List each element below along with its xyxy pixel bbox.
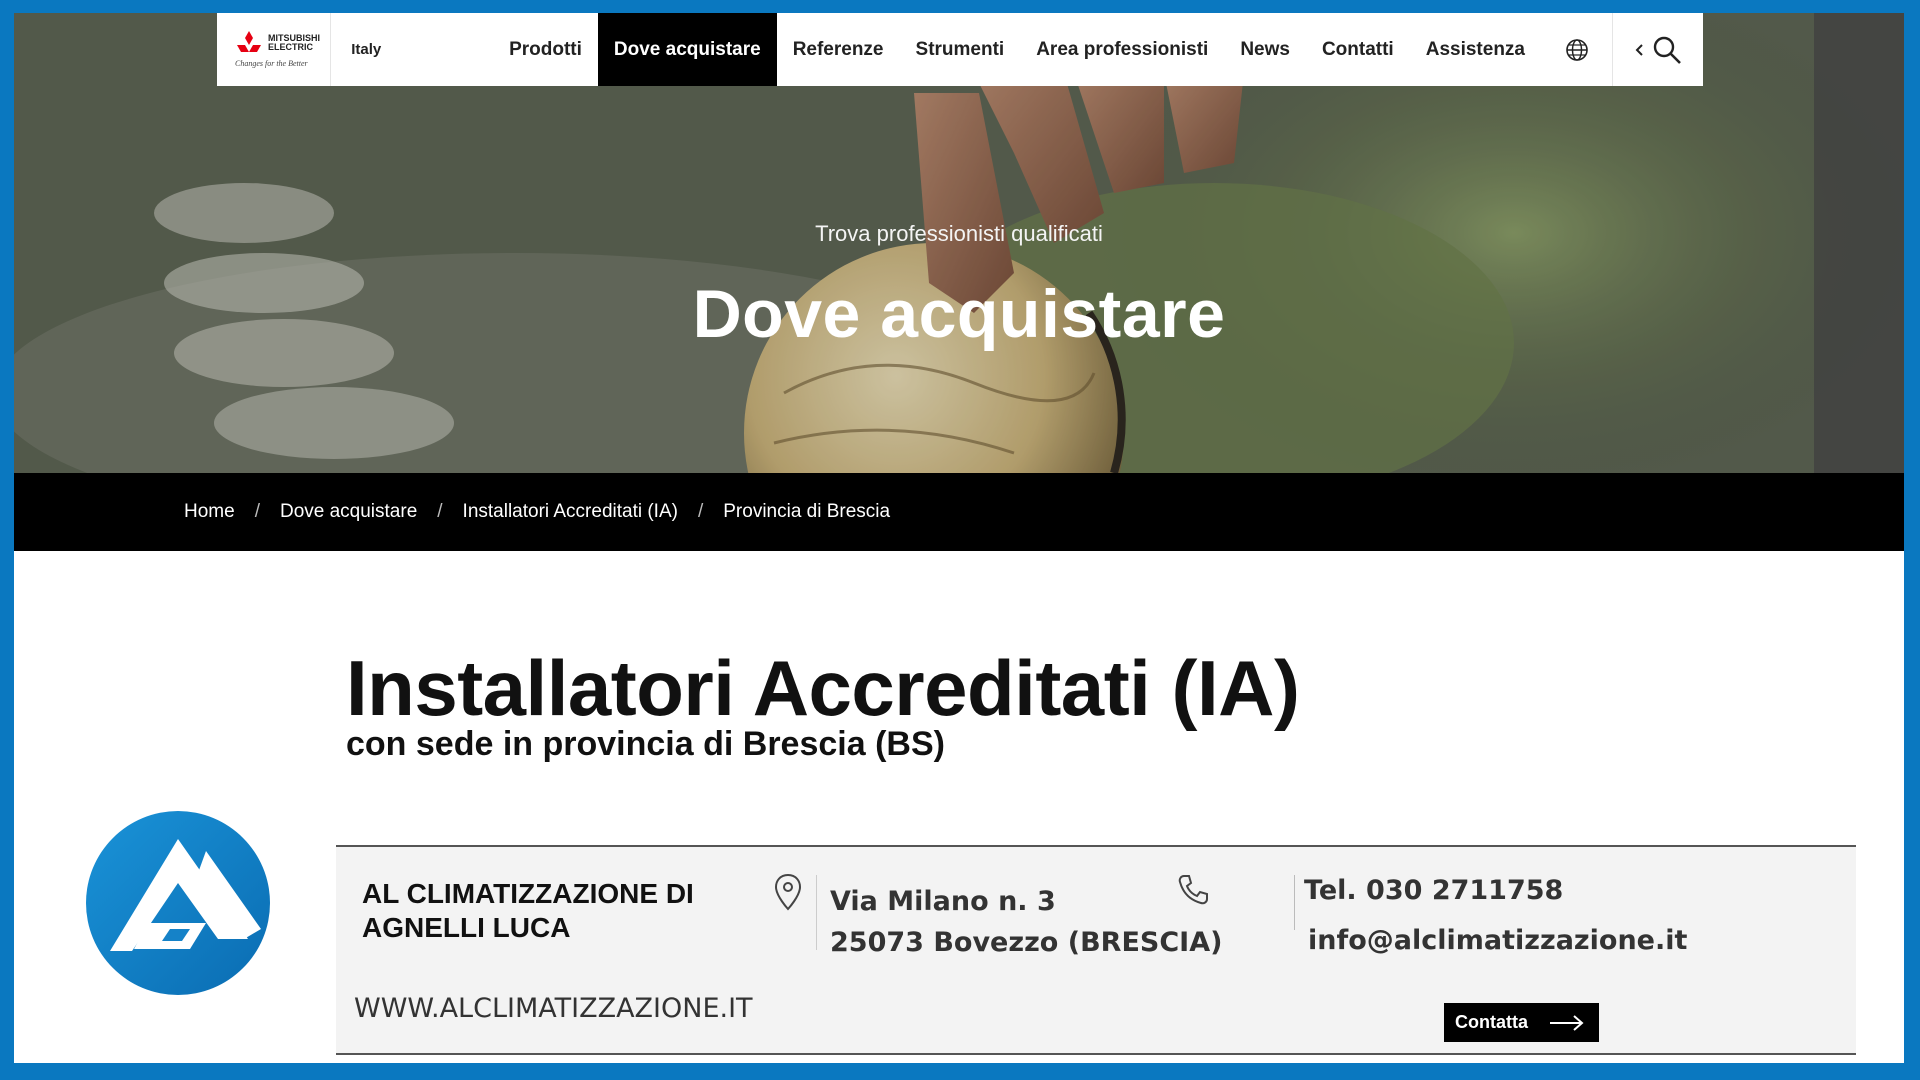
nav-item-referenze[interactable]: Referenze xyxy=(777,13,900,86)
nav-item-strumenti[interactable]: Strumenti xyxy=(900,13,1021,86)
hero-title: Dove acquistare xyxy=(692,276,1226,352)
nav-item-contatti[interactable]: Contatti xyxy=(1306,13,1410,86)
chevron-left-icon[interactable] xyxy=(1634,43,1644,57)
search-toggle[interactable] xyxy=(1613,13,1703,86)
brand-tagline: Changes for the Better xyxy=(235,59,308,68)
divider xyxy=(816,875,817,950)
contact-button[interactable]: Contatta xyxy=(1444,1003,1599,1042)
hero-subtitle: Trova professionisti qualificati xyxy=(815,221,1103,246)
contact-button-label: Contatta xyxy=(1455,1012,1528,1032)
globe-icon xyxy=(1565,38,1588,61)
language-button[interactable] xyxy=(1541,13,1613,86)
nav-item-prodotti[interactable]: Prodotti xyxy=(493,13,598,86)
top-navbar: MITSUBISHI ELECTRIC Changes for the Bett… xyxy=(217,13,1703,86)
breadcrumb-separator: / xyxy=(254,501,260,522)
company-logo xyxy=(86,811,270,995)
page-frame: Trova professionisti qualificati Dove ac… xyxy=(14,13,1904,1063)
installer-card: AL CLIMATIZZAZIONE DI AGNELLI LUCA Via M… xyxy=(336,845,1856,1055)
nav-item-dove-acquistare[interactable]: Dove acquistare xyxy=(597,13,777,86)
region-selector[interactable]: Italy xyxy=(331,13,423,86)
website-link[interactable]: WWW.ALCLIMATIZZAZIONE.IT xyxy=(354,993,753,1024)
phone-icon xyxy=(1178,875,1208,905)
page-subtitle: con sede in provincia di Brescia (BS) xyxy=(346,725,945,763)
breadcrumb-provincia: Provincia di Brescia xyxy=(723,501,891,522)
breadcrumb-installatori[interactable]: Installatori Accreditati (IA) xyxy=(463,501,678,523)
brand-name-line2: ELECTRIC xyxy=(268,42,313,52)
main-nav: Prodotti Dove acquistare Referenze Strum… xyxy=(493,13,1541,86)
breadcrumb-separator: / xyxy=(437,501,443,522)
brand-logo[interactable]: MITSUBISHI ELECTRIC Changes for the Bett… xyxy=(217,13,332,86)
breadcrumb: Home / Dove acquistare / Installatori Ac… xyxy=(14,473,1904,551)
email-link[interactable]: info@alclimatizzazione.it xyxy=(1308,925,1687,956)
search-icon[interactable] xyxy=(1652,35,1682,65)
breadcrumb-separator: / xyxy=(697,501,704,522)
page-title: Installatori Accreditati (IA) xyxy=(346,644,1300,732)
breadcrumb-home[interactable]: Home xyxy=(184,501,235,523)
address-line1: Via Milano n. 3 xyxy=(830,886,1056,917)
address: Via Milano n. 3 25073 Bovezzo (BRESCIA) xyxy=(830,881,1222,963)
nav-actions xyxy=(1541,13,1703,86)
nav-item-assistenza[interactable]: Assistenza xyxy=(1410,13,1541,86)
divider xyxy=(1294,875,1295,930)
nav-item-news[interactable]: News xyxy=(1224,13,1306,86)
three-diamonds-logo-icon xyxy=(237,31,261,52)
arrow-right-icon xyxy=(1550,1014,1584,1031)
company-name: AL CLIMATIZZAZIONE DI AGNELLI LUCA xyxy=(362,878,694,943)
address-line2: 25073 Bovezzo (BRESCIA) xyxy=(830,927,1223,958)
phone-number[interactable]: Tel. 030 2711758 xyxy=(1304,875,1563,906)
breadcrumb-dove-acquistare[interactable]: Dove acquistare xyxy=(280,501,417,523)
location-pin-icon xyxy=(774,873,802,911)
nav-item-area-professionisti[interactable]: Area professionisti xyxy=(1020,13,1224,86)
